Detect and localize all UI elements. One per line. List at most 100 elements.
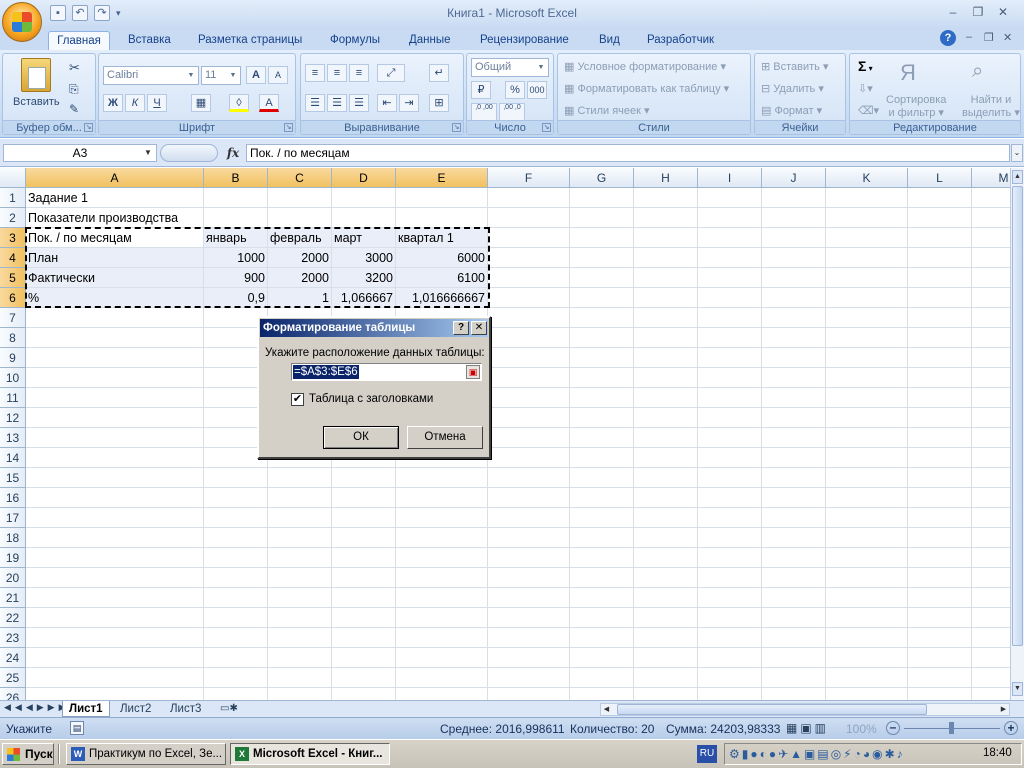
- help-icon[interactable]: ?: [940, 30, 956, 46]
- zoom-out-icon[interactable]: –: [886, 721, 900, 735]
- percent-button[interactable]: %: [505, 81, 525, 99]
- cell-a1[interactable]: Задание 1: [26, 188, 204, 208]
- sort-filter-button[interactable]: Сортировка и фильтр ▾: [886, 94, 946, 120]
- row-header-23[interactable]: 23: [0, 628, 26, 648]
- vertical-scroll-thumb[interactable]: [1012, 186, 1023, 646]
- column-header-c[interactable]: C: [268, 168, 332, 188]
- tab-home[interactable]: Главная: [48, 31, 110, 50]
- font-color-button[interactable]: A: [259, 94, 279, 112]
- column-header-m[interactable]: M: [972, 168, 1010, 188]
- collapse-dialog-icon[interactable]: ▣: [466, 365, 480, 379]
- align-left-icon[interactable]: ☰: [305, 94, 325, 112]
- workbook-close-icon[interactable]: ✕: [1003, 31, 1012, 44]
- row-header-15[interactable]: 15: [0, 468, 26, 488]
- italic-button[interactable]: К: [125, 94, 145, 112]
- name-box[interactable]: A3: [3, 144, 157, 162]
- sheet-nav-icons[interactable]: ◀◀◀▶▶▶: [4, 702, 70, 713]
- column-header-d[interactable]: D: [332, 168, 396, 188]
- font-name-combo[interactable]: Calibri ▼: [103, 66, 199, 85]
- paste-icon[interactable]: [21, 58, 51, 92]
- zoom-slider-thumb[interactable]: [949, 722, 954, 734]
- underline-button[interactable]: Ч: [147, 94, 167, 112]
- formula-splitter[interactable]: [160, 144, 218, 162]
- dialog-close-button[interactable]: ✕: [471, 321, 487, 335]
- column-header-i[interactable]: I: [698, 168, 762, 188]
- format-painter-icon[interactable]: ✎: [69, 102, 79, 116]
- increase-indent-icon[interactable]: ⇥: [399, 94, 419, 112]
- launcher-icon[interactable]: ↘: [542, 123, 551, 132]
- clear-icon[interactable]: ⌫▾: [858, 104, 879, 117]
- number-format-combo[interactable]: Общий ▼: [471, 58, 549, 77]
- row-header-11[interactable]: 11: [0, 388, 26, 408]
- name-box-dropdown-icon[interactable]: ▼: [144, 148, 152, 157]
- view-mode-icons[interactable]: ▦▣▥: [786, 721, 829, 735]
- column-header-f[interactable]: F: [488, 168, 570, 188]
- delete-cells-button[interactable]: ⊟ Удалить ▾: [761, 82, 824, 95]
- row-header-17[interactable]: 17: [0, 508, 26, 528]
- close-icon[interactable]: ✕: [994, 3, 1012, 21]
- column-header-h[interactable]: H: [634, 168, 698, 188]
- row-header-12[interactable]: 12: [0, 408, 26, 428]
- align-center-icon[interactable]: ☰: [327, 94, 347, 112]
- horizontal-scrollbar[interactable]: ◀ ▶: [600, 703, 1010, 716]
- row-header-6[interactable]: 6: [0, 288, 26, 308]
- ribbon-restore-icon[interactable]: ❐: [984, 31, 994, 44]
- sheet-tab-1[interactable]: Лист1: [62, 701, 110, 717]
- align-right-icon[interactable]: ☰: [349, 94, 369, 112]
- row-header-4[interactable]: 4: [0, 248, 26, 268]
- cut-icon[interactable]: ✂: [69, 60, 80, 76]
- tab-formulas[interactable]: Формулы: [324, 31, 386, 50]
- borders-icon[interactable]: ▦: [191, 94, 211, 112]
- row-header-19[interactable]: 19: [0, 548, 26, 568]
- row-header-3[interactable]: 3: [0, 228, 26, 248]
- cell-styles-button[interactable]: ▦ Стили ячеек ▾: [564, 104, 650, 117]
- column-header-l[interactable]: L: [908, 168, 972, 188]
- insert-cells-button[interactable]: ⊞ Вставить ▾: [761, 60, 829, 73]
- ribbon-minimize-icon[interactable]: –: [966, 31, 972, 43]
- headers-checkbox[interactable]: ✔: [291, 393, 304, 406]
- tab-page-layout[interactable]: Разметка страницы: [192, 31, 308, 50]
- sheet-tab-2[interactable]: Лист2: [114, 701, 157, 717]
- insert-function-button[interactable]: fx: [222, 144, 244, 162]
- row-header-22[interactable]: 22: [0, 608, 26, 628]
- increase-decimal-button[interactable]: ,0 ,00: [471, 103, 497, 121]
- chevron-down-icon[interactable]: ▼: [227, 68, 239, 83]
- formula-input[interactable]: Пок. / по месяцам: [246, 144, 1010, 162]
- autosum-button[interactable]: Σ ▾: [858, 58, 873, 74]
- column-header-j[interactable]: J: [762, 168, 826, 188]
- tray-icons[interactable]: ⚙▮●◐●✈▲▣▤◎⚡◔◕◉✱♪: [729, 747, 905, 761]
- row-header-18[interactable]: 18: [0, 528, 26, 548]
- tab-developer[interactable]: Разработчик: [641, 31, 720, 50]
- horizontal-scroll-thumb[interactable]: [617, 704, 927, 715]
- taskbar-excel-task[interactable]: X Microsoft Excel - Книг...: [230, 743, 390, 765]
- decrease-decimal-button[interactable]: ,00 ,0: [499, 103, 525, 121]
- scroll-down-icon[interactable]: ▼: [1012, 682, 1023, 696]
- row-header-2[interactable]: 2: [0, 208, 26, 228]
- start-button[interactable]: Пуск: [2, 743, 54, 765]
- decrease-indent-icon[interactable]: ⇤: [377, 94, 397, 112]
- range-input[interactable]: =$A$3:$E$6 ▣: [291, 363, 482, 381]
- row-header-21[interactable]: 21: [0, 588, 26, 608]
- conditional-formatting-button[interactable]: ▦ Условное форматирование ▾: [564, 60, 726, 73]
- format-as-table-button[interactable]: ▦ Форматировать как таблицу ▾: [564, 82, 729, 95]
- tab-data[interactable]: Данные: [403, 31, 457, 50]
- column-header-e[interactable]: E: [396, 168, 488, 188]
- sheet-tab-3[interactable]: Лист3: [164, 701, 207, 717]
- row-header-14[interactable]: 14: [0, 448, 26, 468]
- row-header-8[interactable]: 8: [0, 328, 26, 348]
- restore-icon[interactable]: ❐: [969, 3, 987, 21]
- launcher-icon[interactable]: ↘: [84, 123, 93, 132]
- office-button[interactable]: [2, 2, 42, 42]
- find-select-icon[interactable]: ⌕: [972, 60, 983, 83]
- taskbar-word-task[interactable]: W Практикум по Excel, Зе...: [66, 743, 226, 765]
- column-header-a[interactable]: A: [26, 168, 204, 188]
- column-header-g[interactable]: G: [570, 168, 634, 188]
- copy-icon[interactable]: ⎘: [69, 82, 79, 97]
- thousands-button[interactable]: 000: [527, 81, 547, 99]
- tab-review[interactable]: Рецензирование: [474, 31, 575, 50]
- align-bottom-icon[interactable]: ≡: [349, 64, 369, 82]
- find-select-button[interactable]: Найти и выделить ▾: [962, 94, 1020, 120]
- scroll-up-icon[interactable]: ▲: [1012, 170, 1023, 184]
- column-header-b[interactable]: B: [204, 168, 268, 188]
- row-header-5[interactable]: 5: [0, 268, 26, 288]
